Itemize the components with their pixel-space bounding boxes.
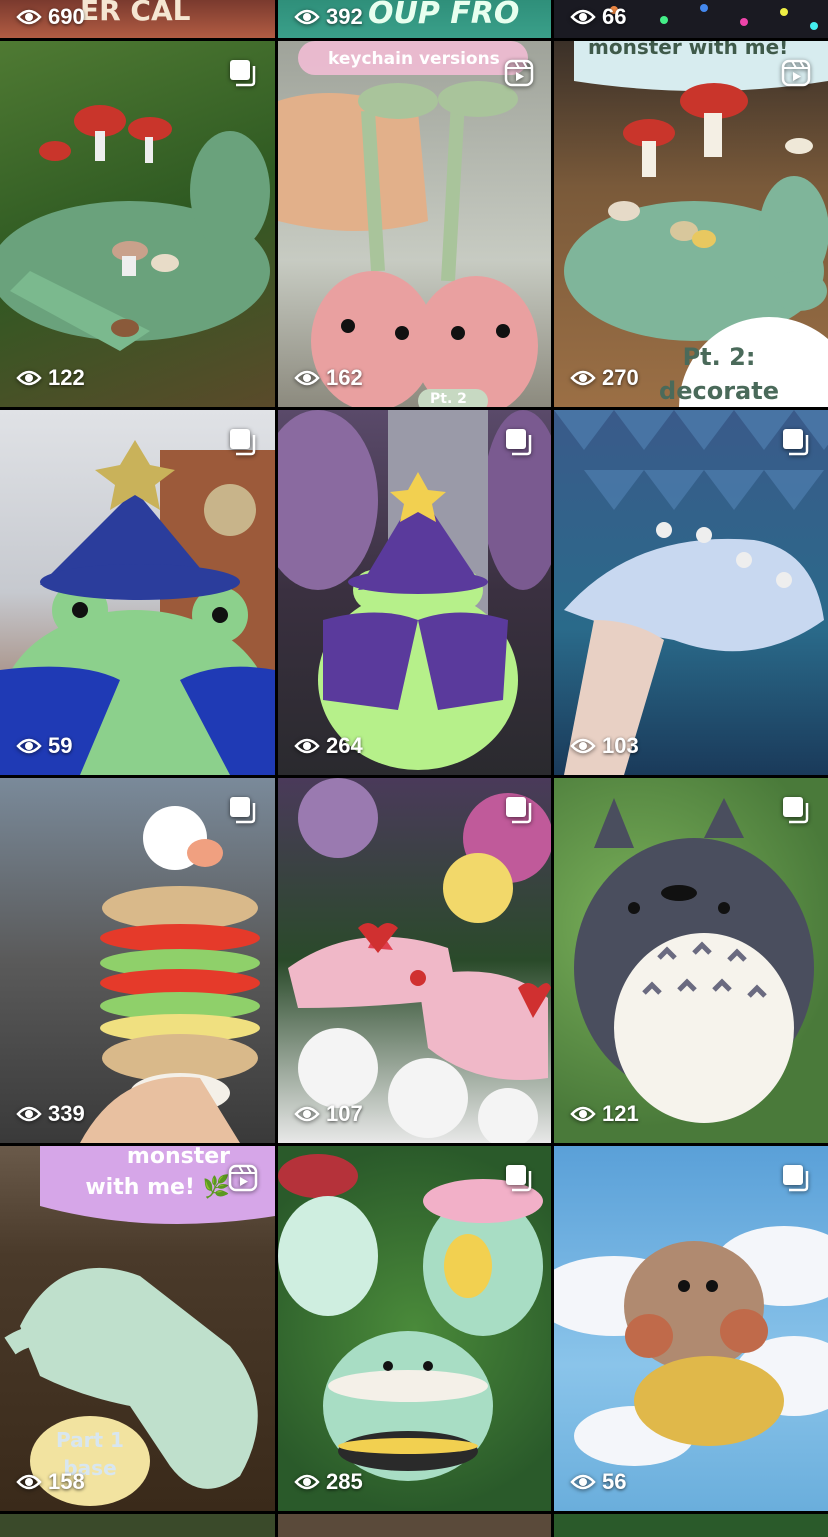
view-count: 121 xyxy=(570,1101,639,1127)
eye-icon xyxy=(16,1106,42,1122)
post-photo xyxy=(278,410,551,775)
post-photo xyxy=(554,410,828,775)
eye-icon xyxy=(570,1474,596,1490)
post-photo xyxy=(554,778,828,1143)
eye-icon xyxy=(570,370,596,386)
view-count: 158 xyxy=(16,1469,85,1495)
post-caption: Pt. 2 xyxy=(430,391,467,407)
reel-icon xyxy=(228,1164,258,1192)
post-tile[interactable]: monster with me! 🌿 Part 1 base 158 xyxy=(0,1146,275,1511)
post-tile[interactable]: 103 xyxy=(554,410,828,775)
view-count: 690 xyxy=(16,4,85,30)
eye-icon xyxy=(294,370,320,386)
multi-photo-icon xyxy=(506,1165,532,1192)
post-photo xyxy=(278,41,551,407)
view-count: 339 xyxy=(16,1101,85,1127)
eye-icon xyxy=(294,1106,320,1122)
view-count: 107 xyxy=(294,1101,363,1127)
eye-icon xyxy=(570,738,596,754)
post-tile[interactable]: 121 xyxy=(554,778,828,1143)
eye-icon xyxy=(570,1106,596,1122)
reel-icon xyxy=(781,59,811,87)
multi-photo-icon xyxy=(506,429,532,456)
post-tile[interactable]: 107 xyxy=(278,778,551,1143)
eye-icon xyxy=(16,1474,42,1490)
eye-icon xyxy=(16,738,42,754)
post-tile[interactable]: 339 xyxy=(0,778,275,1143)
post-tile[interactable] xyxy=(0,1514,275,1537)
post-caption: Pt. 2: decorate xyxy=(659,343,779,405)
post-caption: monster with me! 🌿 xyxy=(85,1146,230,1200)
view-count: 264 xyxy=(294,733,363,759)
post-photo xyxy=(278,778,551,1143)
multi-photo-icon xyxy=(230,429,256,456)
post-tile[interactable]: OUP FRO 392 xyxy=(278,0,551,38)
post-photo xyxy=(0,41,275,407)
post-caption: keychain versions xyxy=(328,49,500,69)
post-photo xyxy=(554,1146,828,1511)
eye-icon xyxy=(294,1474,320,1490)
eye-icon xyxy=(16,370,42,386)
view-count: 59 xyxy=(16,733,72,759)
post-tile[interactable]: monster with me! Pt. 2: decorate 270 xyxy=(554,41,828,407)
post-caption: ER CAL xyxy=(80,0,191,27)
post-tile[interactable]: 66 xyxy=(554,0,828,38)
post-tile[interactable]: 56 xyxy=(554,1146,828,1511)
post-tile[interactable]: 285 xyxy=(278,1146,551,1511)
posts-grid: ER CAL 690 OUP FRO 392 66 122 keychain v… xyxy=(0,0,828,1537)
eye-icon xyxy=(294,738,320,754)
multi-photo-icon xyxy=(230,797,256,824)
multi-photo-icon xyxy=(506,797,532,824)
eye-icon xyxy=(294,9,320,25)
eye-icon xyxy=(16,9,42,25)
post-tile[interactable]: ER CAL 690 xyxy=(0,0,275,38)
post-tile[interactable] xyxy=(278,1514,551,1537)
eye-icon xyxy=(570,9,596,25)
view-count: 270 xyxy=(570,365,639,391)
post-tile[interactable] xyxy=(554,1514,828,1537)
view-count: 103 xyxy=(570,733,639,759)
post-photo xyxy=(278,1146,551,1511)
view-count: 162 xyxy=(294,365,363,391)
multi-photo-icon xyxy=(230,60,256,87)
post-caption: OUP FRO xyxy=(368,0,520,31)
post-photo xyxy=(0,778,275,1143)
post-tile[interactable]: 122 xyxy=(0,41,275,407)
post-tile[interactable]: keychain versions Pt. 2 162 xyxy=(278,41,551,407)
reel-icon xyxy=(504,59,534,87)
view-count: 66 xyxy=(570,4,626,30)
post-caption: monster with me! xyxy=(588,41,789,59)
post-photo xyxy=(0,410,275,775)
multi-photo-icon xyxy=(783,1165,809,1192)
multi-photo-icon xyxy=(783,797,809,824)
view-count: 285 xyxy=(294,1469,363,1495)
post-tile[interactable]: 264 xyxy=(278,410,551,775)
post-tile[interactable]: 59 xyxy=(0,410,275,775)
view-count: 56 xyxy=(570,1469,626,1495)
view-count: 122 xyxy=(16,365,85,391)
view-count: 392 xyxy=(294,4,363,30)
multi-photo-icon xyxy=(783,429,809,456)
